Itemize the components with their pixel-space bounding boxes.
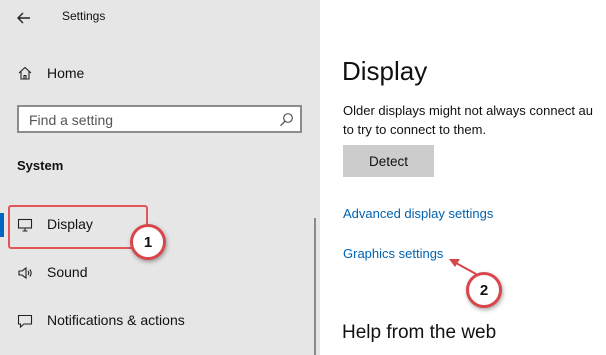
- app-title: Settings: [62, 9, 106, 23]
- search-input[interactable]: Find a setting: [17, 105, 302, 133]
- annotation-highlight-box: [8, 205, 148, 249]
- page-title: Display: [342, 56, 428, 86]
- description: Older displays might not always connect …: [343, 101, 593, 139]
- home-icon: [18, 66, 32, 80]
- help-section-title: Help from the web: [342, 322, 497, 343]
- sidebar-item-notifications[interactable]: Notifications & actions: [0, 306, 300, 336]
- sidebar-item-label: Notifications & actions: [47, 312, 185, 328]
- annotation-marker-1: 1: [130, 224, 166, 260]
- back-button[interactable]: [12, 8, 36, 28]
- notification-icon: [17, 314, 33, 329]
- description-line-2: to try to connect to them.: [343, 122, 487, 137]
- speaker-icon: [18, 266, 32, 280]
- section-title: System: [17, 158, 64, 173]
- back-arrow-icon: [17, 12, 30, 24]
- sidebar-item-label: Sound: [47, 264, 88, 280]
- graphics-settings-link[interactable]: Graphics settings: [343, 246, 443, 261]
- main-content: Display Older displays might not always …: [320, 0, 606, 355]
- search-icon: [280, 113, 293, 127]
- advanced-display-settings-link[interactable]: Advanced display settings: [343, 206, 493, 221]
- search-placeholder: Find a setting: [29, 112, 114, 128]
- sidebar-item-sound[interactable]: Sound: [0, 258, 300, 288]
- detect-button[interactable]: Detect: [343, 145, 434, 177]
- scrollbar[interactable]: [314, 218, 316, 355]
- sidebar-item-home[interactable]: Home: [17, 63, 197, 85]
- active-indicator: [0, 213, 4, 237]
- sidebar: Settings Home Find a setting System Disp…: [0, 0, 320, 355]
- home-label: Home: [47, 65, 85, 81]
- annotation-marker-2: 2: [466, 272, 502, 308]
- description-line-1: Older displays might not always connect …: [343, 103, 594, 118]
